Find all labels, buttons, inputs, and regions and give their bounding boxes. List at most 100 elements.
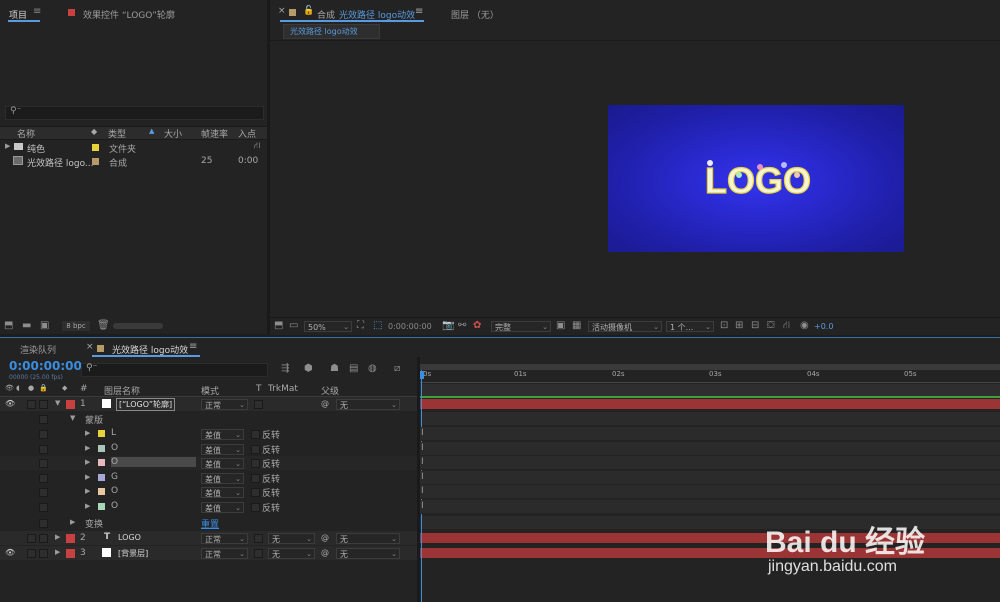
- thumbnail-slider[interactable]: [113, 323, 163, 329]
- resolution-icon[interactable]: ⛶: [357, 320, 364, 331]
- col-name[interactable]: 名称: [17, 127, 35, 140]
- motion-blur-icon[interactable]: ◍: [368, 363, 377, 374]
- toggle-pixel-icon[interactable]: ⊡: [720, 320, 728, 331]
- mask-name[interactable]: L: [111, 428, 116, 438]
- collapse-arrow-icon[interactable]: ▼: [70, 414, 75, 422]
- exposure-icon[interactable]: ◉: [800, 320, 809, 331]
- transparency-grid-icon[interactable]: ▦: [572, 320, 581, 331]
- expand-arrow-icon[interactable]: ▶: [70, 518, 75, 526]
- menu-icon[interactable]: ≡: [415, 6, 423, 17]
- time-ruler[interactable]: 0s 01s 02s 03s 04s 05s: [420, 370, 1000, 383]
- new-folder-icon[interactable]: ▬: [22, 320, 31, 331]
- invert-checkbox[interactable]: [251, 473, 260, 483]
- comp-tab[interactable]: × 🔓 合成 光效路径 logo动效 ≡: [270, 0, 430, 22]
- pickwhip-icon[interactable]: @: [321, 399, 329, 408]
- expand-arrow-icon[interactable]: ▶: [85, 473, 90, 481]
- hierarchy-icon[interactable]: ⛙: [254, 141, 260, 152]
- layer-duration-bar-1[interactable]: [420, 399, 1000, 409]
- keyframe-marker[interactable]: I: [421, 501, 424, 511]
- always-preview-icon[interactable]: ⬒: [274, 320, 283, 331]
- layer-name[interactable]: LOGO: [118, 533, 141, 542]
- pickwhip-icon[interactable]: @: [321, 533, 329, 542]
- fast-preview-icon[interactable]: ▣: [556, 320, 565, 331]
- expand-arrow-icon[interactable]: ▶: [85, 444, 90, 452]
- snapshot-icon[interactable]: 📷: [442, 320, 454, 331]
- views-dropdown[interactable]: 1 个... ⌄: [666, 321, 714, 332]
- exposure-value[interactable]: +0.0: [814, 322, 833, 331]
- masks-group-row[interactable]: ▼ 蒙版: [0, 412, 417, 426]
- invert-checkbox[interactable]: [251, 459, 260, 468]
- bpc-label[interactable]: 8 bpc: [62, 321, 90, 331]
- solo-box[interactable]: [27, 534, 36, 543]
- menu-icon[interactable]: ≡: [189, 341, 197, 352]
- quality-dropdown[interactable]: 完整 ⌄: [491, 321, 551, 332]
- eye-icon[interactable]: 👁: [5, 548, 15, 557]
- region-of-interest-icon[interactable]: ⬚: [373, 320, 382, 331]
- preserve-transparency-box[interactable]: [254, 400, 263, 409]
- mask-mode-dropdown[interactable]: 差值 ⌄: [201, 443, 244, 455]
- reset-link[interactable]: 重置: [201, 517, 219, 530]
- camera-dropdown[interactable]: 活动摄像机 ⌄: [588, 321, 662, 332]
- solo-icon[interactable]: ●: [28, 384, 34, 392]
- mask-mode-dropdown[interactable]: 差值 ⌄: [201, 472, 244, 484]
- col-mode[interactable]: 模式: [201, 384, 219, 397]
- tab-render-queue[interactable]: 渲染队列: [20, 343, 56, 356]
- keyframe-marker[interactable]: I: [421, 486, 424, 496]
- mask-row[interactable]: ▶ O 差值 ⌄ 反转: [0, 456, 417, 470]
- expand-arrow-icon[interactable]: ▶: [85, 429, 90, 437]
- preserve-transparency-box[interactable]: [254, 549, 263, 558]
- comp-breadcrumb[interactable]: 光效路径 logo动效: [283, 24, 380, 39]
- keyframe-marker[interactable]: I: [421, 428, 424, 438]
- expand-arrow-icon[interactable]: ▶: [85, 502, 90, 510]
- col-fps[interactable]: 帧速率: [201, 127, 228, 140]
- col-in[interactable]: 入点: [238, 127, 256, 140]
- mode-dropdown[interactable]: 正常 ⌄: [201, 533, 248, 544]
- close-icon[interactable]: ×: [278, 6, 286, 16]
- flowchart-icon[interactable]: ⛙: [783, 320, 790, 333]
- audio-icon[interactable]: ◖: [16, 384, 20, 392]
- transform-row[interactable]: ▶ 变换 重置: [0, 516, 417, 530]
- draft-3d-icon[interactable]: ⬢: [304, 363, 313, 374]
- expand-arrow-icon[interactable]: ▶: [5, 142, 10, 150]
- mask-name[interactable]: G: [111, 472, 118, 482]
- invert-checkbox[interactable]: [251, 488, 260, 497]
- keyframe-marker[interactable]: I: [421, 457, 424, 467]
- expand-arrow-icon[interactable]: ▶: [85, 487, 90, 495]
- timeline-icon[interactable]: ⛋: [767, 320, 775, 331]
- layer-name[interactable]: [“LOGO”轮廓]: [116, 398, 176, 411]
- layer-row-3[interactable]: 👁 ▶ 3 [背景层] 正常 ⌄ 无 ⌄ @ 无 ⌄: [0, 546, 417, 560]
- close-icon[interactable]: ×: [86, 342, 94, 352]
- comp-flowchart-icon[interactable]: ⊟: [751, 320, 759, 331]
- viewer-timecode[interactable]: 0:00:00:00: [388, 322, 432, 331]
- eye-icon[interactable]: 👁: [5, 399, 15, 408]
- lock-icon[interactable]: 🔓: [303, 6, 314, 16]
- collapse-arrow-icon[interactable]: ▼: [55, 399, 60, 407]
- expand-arrow-icon[interactable]: ▶: [55, 548, 60, 556]
- keyframe-marker[interactable]: I: [421, 443, 424, 453]
- col-parent[interactable]: 父级: [321, 384, 339, 397]
- trash-icon[interactable]: 🗑: [97, 320, 110, 331]
- lock-box[interactable]: [39, 549, 48, 558]
- graph-editor-icon[interactable]: ⧄: [394, 363, 400, 374]
- mask-row[interactable]: ▶ O 差值 ⌄ 反转: [0, 442, 417, 456]
- interpret-footage-icon[interactable]: ⬒: [4, 320, 13, 331]
- lock-box[interactable]: [39, 502, 48, 512]
- mode-dropdown[interactable]: 正常 ⌄: [201, 548, 248, 559]
- layer-row-1[interactable]: 👁 ▼ 1 [“LOGO”轮廓] 正常 ⌄ @ 无 ⌄: [0, 397, 417, 411]
- parent-dropdown[interactable]: 无 ⌄: [336, 399, 400, 410]
- lock-box[interactable]: [39, 519, 48, 528]
- new-comp-icon[interactable]: ▣: [40, 320, 49, 331]
- solo-box[interactable]: [27, 400, 36, 409]
- invert-checkbox[interactable]: [251, 502, 260, 512]
- mask-row[interactable]: ▶ L 差值 ⌄ 反转: [0, 427, 417, 441]
- mask-row[interactable]: ▶ O 差值 ⌄ 反转: [0, 485, 417, 499]
- mask-name[interactable]: O: [111, 457, 196, 467]
- lock-box[interactable]: [39, 444, 48, 454]
- trkmat-dropdown[interactable]: 无 ⌄: [268, 548, 315, 559]
- lock-box[interactable]: [39, 459, 48, 468]
- frame-blending-icon[interactable]: ▤: [349, 363, 358, 374]
- mask-name[interactable]: O: [111, 501, 118, 511]
- solo-box[interactable]: [27, 549, 36, 558]
- lock-box[interactable]: [39, 430, 48, 439]
- mask-mode-dropdown[interactable]: 差值 ⌄: [201, 429, 244, 440]
